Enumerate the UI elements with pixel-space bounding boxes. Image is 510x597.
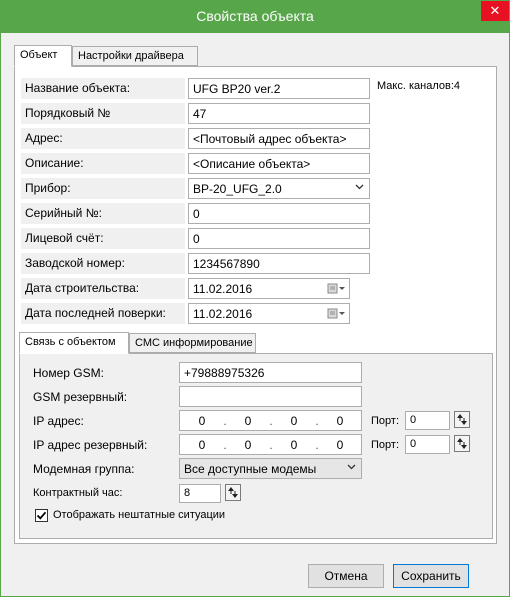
ip-octet: 0 <box>290 438 298 452</box>
contract-hour-label: Контрактный час: <box>33 487 123 499</box>
ip-octet: 0 <box>198 438 206 452</box>
cancel-button[interactable]: Отмена <box>308 564 384 588</box>
save-button[interactable]: Сохранить <box>393 564 469 588</box>
object-properties-dialog: Свойства объекта ✕ Объект Настройки драй… <box>0 0 510 597</box>
device-select-value: BP-20_UFG_2.0 <box>193 182 282 196</box>
order-field[interactable]: 47 <box>188 103 370 124</box>
description-field[interactable]: <Описание объекта> <box>188 153 370 174</box>
checkmark-icon <box>36 511 47 520</box>
connection-tab-panel: Номер GSM: +79888975326 GSM резервный: I… <box>19 353 493 539</box>
factory-number-label: Заводской номер: <box>21 253 185 274</box>
device-select[interactable]: BP-20_UFG_2.0 <box>188 178 370 199</box>
tab-object-label: Объект <box>20 49 58 61</box>
ip-address-field[interactable]: 0. 0. 0. 0 <box>179 410 362 431</box>
port-backup-label: Порт: <box>371 439 399 451</box>
name-label: Название объекта: <box>21 78 185 99</box>
ip-octet: 0 <box>336 438 344 452</box>
name-field[interactable]: UFG BP20 ver.2 <box>188 78 370 99</box>
ip-separator: . <box>315 414 319 428</box>
check-date-label: Дата последней поверки: <box>21 303 185 324</box>
ip-backup-label: IP адрес резервный: <box>33 438 148 452</box>
port-backup-spinner[interactable] <box>454 435 470 452</box>
gsm-backup-label: GSM резервный: <box>33 390 128 404</box>
ip-octet: 0 <box>244 438 252 452</box>
serial-field[interactable]: 0 <box>188 203 370 224</box>
chevron-down-icon <box>355 182 364 193</box>
ip-separator: . <box>315 438 319 452</box>
modem-group-value: Все доступные модемы <box>184 462 317 476</box>
tab-sms-label: СМС информирование <box>135 337 253 349</box>
ip-separator: . <box>223 438 227 452</box>
spinner-icon <box>457 414 467 425</box>
account-label: Лицевой счёт: <box>21 228 185 249</box>
title-bar[interactable]: Свойства объекта ✕ <box>1 1 509 33</box>
window-title: Свойства объекта <box>196 8 314 24</box>
port-label: Порт: <box>371 415 399 427</box>
gsm-backup-field[interactable] <box>179 386 362 407</box>
description-label: Описание: <box>21 153 185 174</box>
contract-hour-field[interactable]: 8 <box>179 484 221 503</box>
check-date-picker[interactable]: 11.02.2016 <box>188 303 350 324</box>
tab-connection[interactable]: Связь с объектом <box>19 332 129 354</box>
ip-octet: 0 <box>290 414 298 428</box>
port-field[interactable]: 0 <box>405 411 450 430</box>
device-label: Прибор: <box>21 178 185 199</box>
close-icon: ✕ <box>489 3 501 18</box>
show-emergency-checkbox[interactable] <box>35 509 48 522</box>
close-button[interactable]: ✕ <box>481 1 509 21</box>
calendar-icon[interactable] <box>327 308 345 320</box>
tab-driver-settings-label: Настройки драйвера <box>78 50 184 62</box>
show-emergency-label: Отображать нештатные ситуации <box>53 509 226 521</box>
max-channels-text: Макс. каналов:4 <box>377 80 460 92</box>
port-spinner[interactable] <box>454 411 470 428</box>
gsm-field[interactable]: +79888975326 <box>179 362 362 383</box>
tab-connection-label: Связь с объектом <box>25 336 116 348</box>
ip-separator: . <box>223 414 227 428</box>
ip-separator: . <box>269 414 273 428</box>
ip-backup-field[interactable]: 0. 0. 0. 0 <box>179 434 362 455</box>
check-date-value: 11.02.2016 <box>193 307 253 321</box>
tab-sms[interactable]: СМС информирование <box>129 333 256 353</box>
account-field[interactable]: 0 <box>188 228 370 249</box>
ip-label: IP адрес: <box>33 414 84 428</box>
modem-group-select[interactable]: Все доступные модемы <box>179 458 362 479</box>
serial-label: Серийный №: <box>21 203 185 224</box>
spinner-icon <box>228 487 238 498</box>
tab-object[interactable]: Объект <box>14 45 72 67</box>
spinner-icon <box>457 438 467 449</box>
build-date-picker[interactable]: 11.02.2016 <box>188 278 350 299</box>
address-label: Адрес: <box>21 128 185 149</box>
ip-octet: 0 <box>244 414 252 428</box>
order-label: Порядковый № <box>21 103 185 124</box>
build-date-value: 11.02.2016 <box>193 282 253 296</box>
ip-octet: 0 <box>198 414 206 428</box>
object-tab-panel: Название объекта: UFG BP20 ver.2 Макс. к… <box>14 66 497 544</box>
build-date-label: Дата строительства: <box>21 278 185 299</box>
ip-separator: . <box>269 438 273 452</box>
address-field[interactable]: <Почтовый адрес объекта> <box>188 128 370 149</box>
factory-number-field[interactable]: 1234567890 <box>188 253 370 274</box>
contract-hour-spinner[interactable] <box>225 484 241 501</box>
modem-group-label: Модемная группа: <box>33 462 135 476</box>
port-backup-field[interactable]: 0 <box>405 435 450 454</box>
gsm-label: Номер GSM: <box>33 366 104 380</box>
tab-driver-settings[interactable]: Настройки драйвера <box>72 46 198 66</box>
chevron-down-icon <box>347 462 356 473</box>
ip-octet: 0 <box>336 414 344 428</box>
calendar-icon[interactable] <box>327 283 345 295</box>
